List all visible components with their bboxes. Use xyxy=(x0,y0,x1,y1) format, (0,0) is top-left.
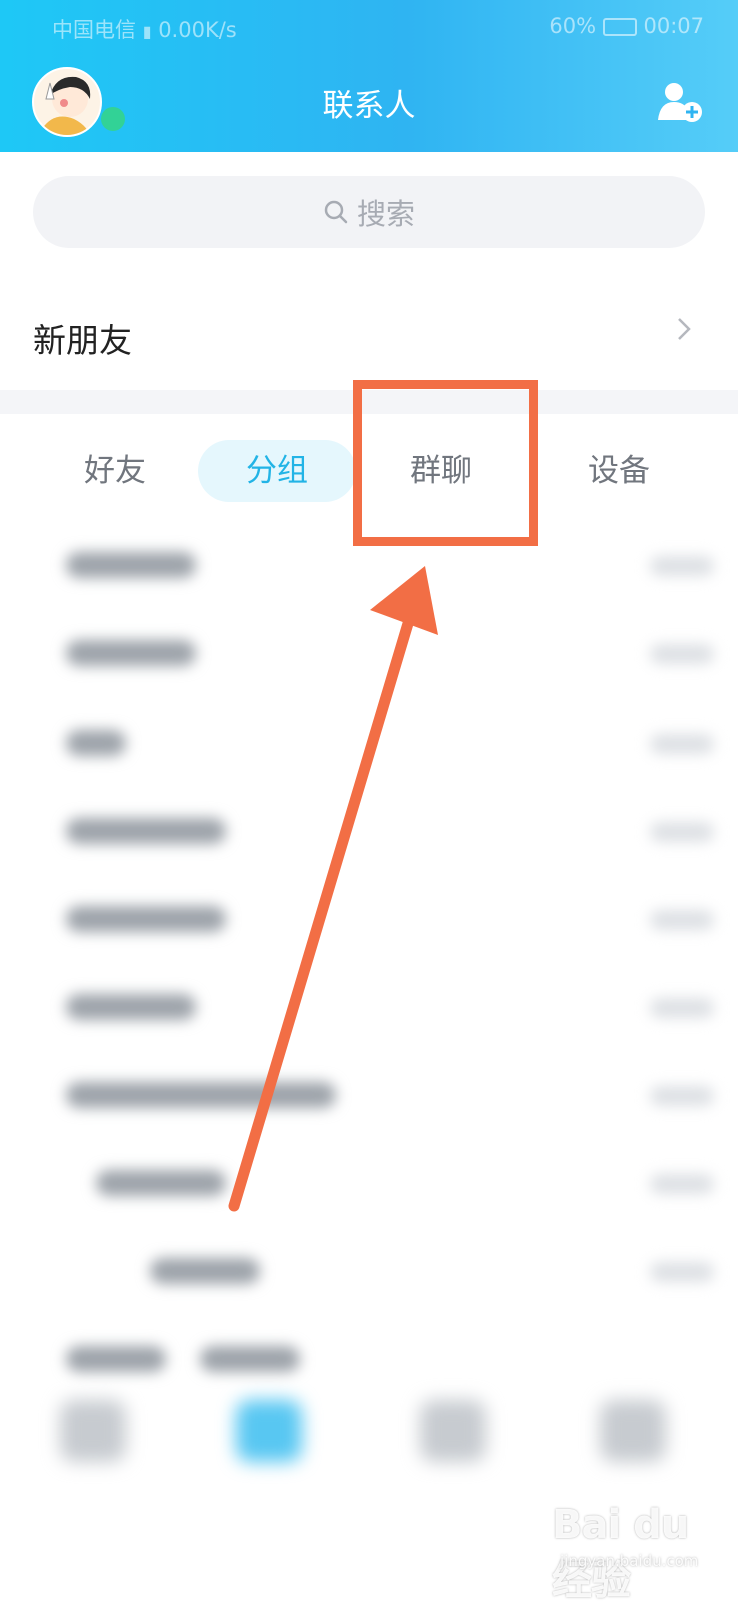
tab-friends[interactable]: 好友 xyxy=(66,440,164,502)
list-item xyxy=(66,994,196,1020)
list-item xyxy=(150,1258,260,1284)
nav-discover-icon[interactable] xyxy=(420,1400,486,1462)
search-icon xyxy=(324,200,348,224)
battery-icon xyxy=(602,18,637,36)
list-item xyxy=(66,1082,336,1108)
list-item xyxy=(66,818,226,844)
list-item xyxy=(66,552,196,578)
search-placeholder: 搜索 xyxy=(356,197,415,231)
app-header: 中国电信 ▮ 0.00K/s 60% 00:07 联系人 xyxy=(0,0,738,152)
baidu-watermark: Bai du 经验 jingyan.baidu.com xyxy=(552,1500,732,1604)
list-item xyxy=(66,640,196,666)
list-item xyxy=(66,730,126,756)
list-item xyxy=(66,906,226,932)
network-speed: 0.00K/s xyxy=(158,18,237,42)
new-friends-label: 新朋友 xyxy=(33,321,132,360)
signal-icon: ▮ xyxy=(142,22,152,41)
highlight-box xyxy=(353,380,538,546)
tab-devices[interactable]: 设备 xyxy=(570,440,668,502)
nav-me-icon[interactable] xyxy=(600,1400,666,1462)
status-bar: 中国电信 ▮ 0.00K/s 60% 00:07 xyxy=(0,8,738,48)
carrier-label: 中国电信 xyxy=(52,18,136,42)
bottom-nav xyxy=(0,1360,738,1520)
tab-groups[interactable]: 分组 xyxy=(198,440,356,502)
clock: 00:07 xyxy=(643,14,704,38)
list-item xyxy=(96,1170,226,1196)
new-friends-row[interactable]: 新朋友 xyxy=(0,280,738,388)
nav-messages-icon[interactable] xyxy=(60,1400,126,1462)
watermark-url: jingyan.baidu.com xyxy=(560,1552,699,1570)
chevron-right-icon xyxy=(678,318,691,340)
add-contact-button[interactable] xyxy=(658,80,704,124)
battery-percent: 60% xyxy=(549,14,597,38)
search-input[interactable]: 搜索 xyxy=(33,176,705,248)
nav-contacts-icon[interactable] xyxy=(236,1400,302,1462)
add-contact-icon xyxy=(658,83,702,122)
page-title: 联系人 xyxy=(322,88,416,124)
